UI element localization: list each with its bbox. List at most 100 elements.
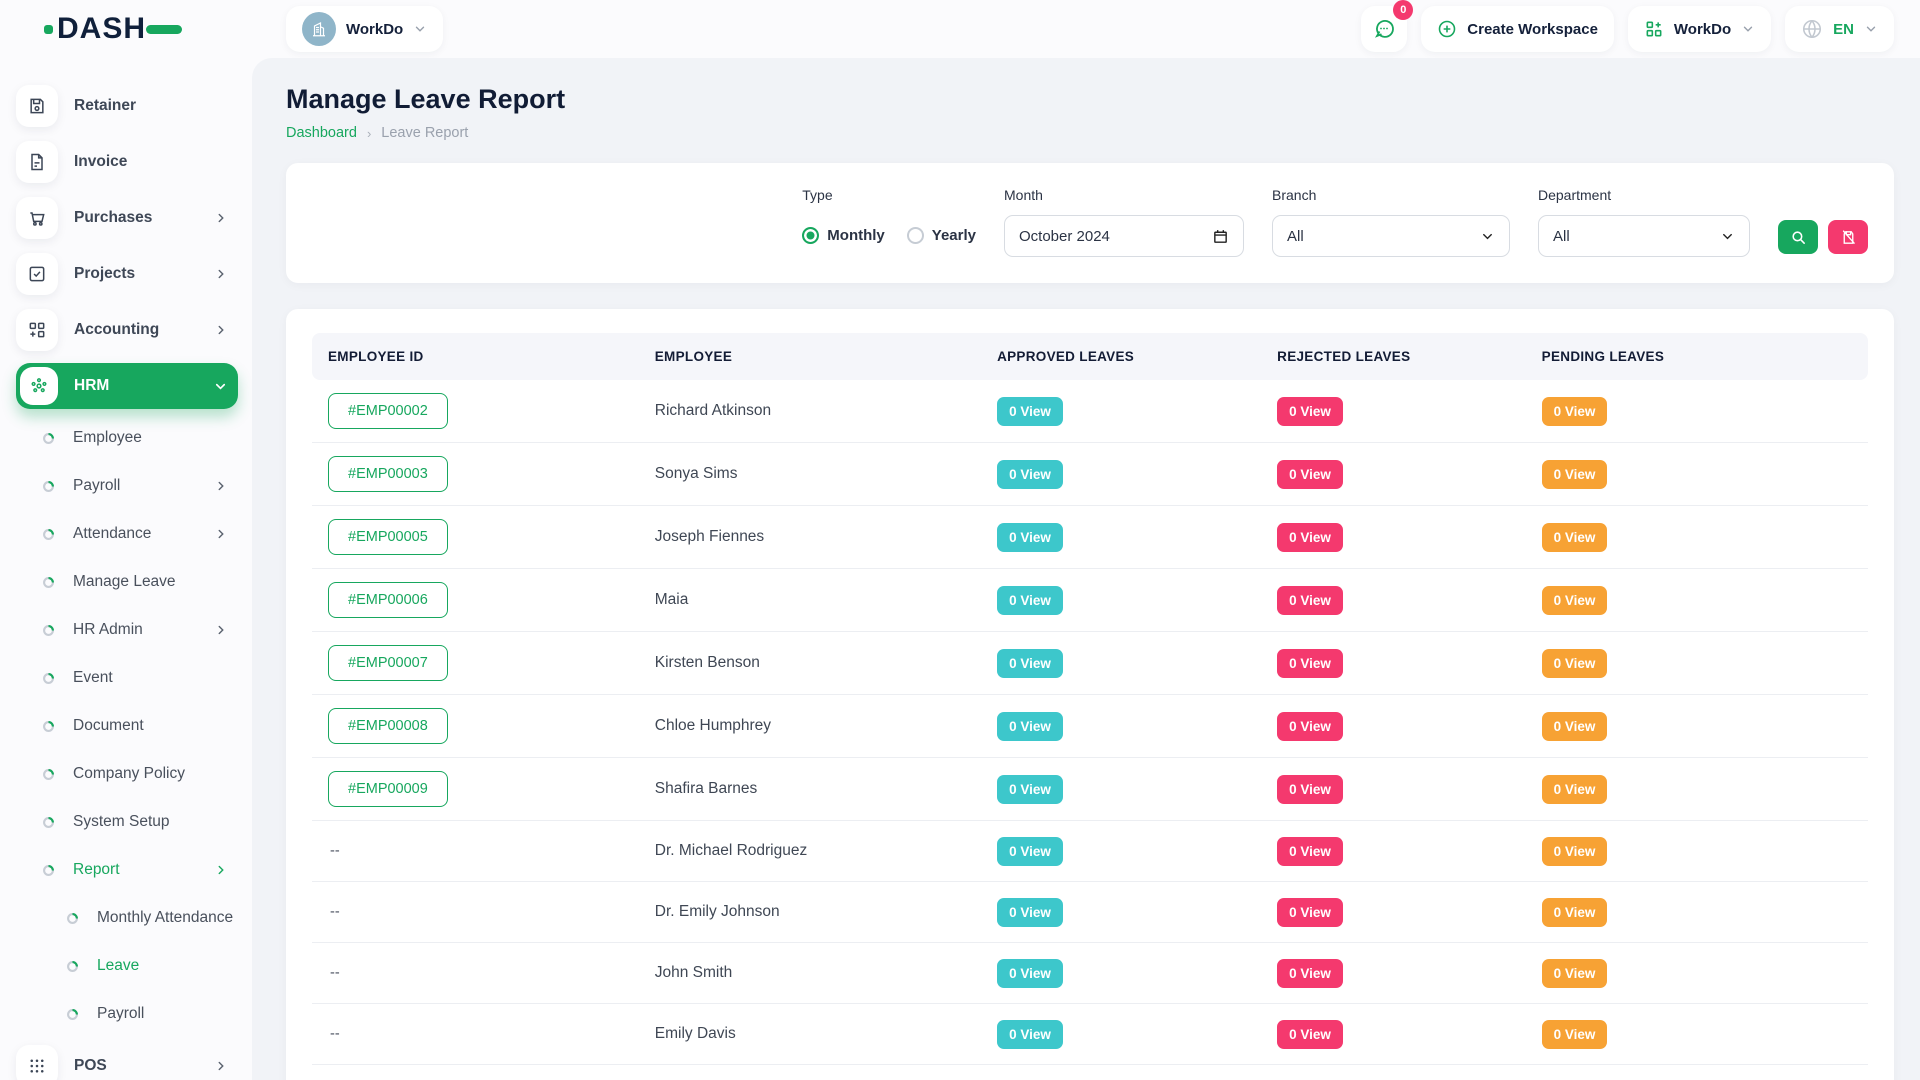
breadcrumb-dashboard-link[interactable]: Dashboard — [286, 125, 357, 141]
radio-monthly-label: Monthly — [827, 227, 885, 244]
pending-leaves-badge[interactable]: 0 View — [1542, 586, 1608, 615]
chevron-down-icon — [413, 22, 427, 36]
workspace-selector[interactable]: WorkDo — [286, 6, 443, 52]
rejected-leaves-badge[interactable]: 0 View — [1277, 397, 1343, 426]
approved-leaves-badge[interactable]: 0 View — [997, 959, 1063, 988]
rejected-leaves-badge[interactable]: 0 View — [1277, 837, 1343, 866]
table-row: #EMP00003 Sonya Sims 0 View 0 View 0 Vie… — [312, 443, 1868, 506]
sidebar-subitem-report[interactable]: Report — [16, 846, 238, 894]
employee-name: Maia — [655, 591, 689, 608]
pending-leaves-badge[interactable]: 0 View — [1542, 1020, 1608, 1049]
radio-monthly[interactable]: Monthly — [802, 227, 885, 244]
sidebar-subitem-attendance[interactable]: Attendance — [16, 510, 238, 558]
bullet-icon — [42, 816, 55, 829]
sidebar-subitem-label: Monthly Attendance — [97, 909, 238, 927]
sidebar-item-label: Accounting — [74, 321, 198, 339]
pending-leaves-badge[interactable]: 0 View — [1542, 649, 1608, 678]
sidebar-subitem-payroll[interactable]: Payroll — [16, 990, 238, 1038]
department-select[interactable]: All — [1538, 215, 1750, 257]
rejected-leaves-badge[interactable]: 0 View — [1277, 460, 1343, 489]
table-row: #EMP00005 Joseph Fiennes 0 View 0 View 0… — [312, 506, 1868, 569]
approved-leaves-badge[interactable]: 0 View — [997, 775, 1063, 804]
sidebar-subitem-system-setup[interactable]: System Setup — [16, 798, 238, 846]
rejected-leaves-badge[interactable]: 0 View — [1277, 1020, 1343, 1049]
workspace-menu-button[interactable]: WorkDo — [1628, 6, 1771, 52]
table-header-row: EMPLOYEE ID EMPLOYEE APPROVED LEAVES REJ… — [312, 333, 1868, 380]
sidebar-item-hrm[interactable]: HRM — [16, 363, 238, 409]
sidebar-subitem-payroll[interactable]: Payroll — [16, 462, 238, 510]
approved-leaves-badge[interactable]: 0 View — [997, 712, 1063, 741]
approved-leaves-badge[interactable]: 0 View — [997, 1020, 1063, 1049]
reset-filter-button[interactable] — [1828, 220, 1868, 254]
employee-id-chip[interactable]: #EMP00005 — [328, 519, 448, 555]
pending-leaves-badge[interactable]: 0 View — [1542, 837, 1608, 866]
sidebar-item-purchases[interactable]: Purchases — [16, 190, 238, 246]
rejected-leaves-badge[interactable]: 0 View — [1277, 959, 1343, 988]
sidebar-subitem-monthly-attendance[interactable]: Monthly Attendance — [16, 894, 238, 942]
messages-button[interactable]: 0 — [1361, 6, 1407, 52]
dash-logo[interactable]: DASH — [44, 12, 182, 46]
search-button[interactable] — [1778, 220, 1818, 254]
employee-id-chip[interactable]: #EMP00009 — [328, 771, 448, 807]
month-value: October 2024 — [1019, 228, 1110, 245]
check-square-icon — [16, 253, 58, 295]
radio-yearly[interactable]: Yearly — [907, 227, 976, 244]
main-content: Manage Leave Report Dashboard › Leave Re… — [252, 58, 1920, 1080]
employee-id-chip[interactable]: #EMP00002 — [328, 393, 448, 429]
language-selector[interactable]: EN — [1785, 6, 1894, 52]
radio-unchecked-icon — [907, 227, 924, 244]
rejected-leaves-badge[interactable]: 0 View — [1277, 649, 1343, 678]
pending-leaves-badge[interactable]: 0 View — [1542, 959, 1608, 988]
table-row: -- Dr. Emily Johnson 0 View 0 View 0 Vie… — [312, 882, 1868, 943]
rejected-leaves-badge[interactable]: 0 View — [1277, 775, 1343, 804]
bullet-icon — [66, 1008, 79, 1021]
approved-leaves-badge[interactable]: 0 View — [997, 523, 1063, 552]
logo-dash-bar — [146, 25, 182, 34]
approved-leaves-badge[interactable]: 0 View — [997, 898, 1063, 927]
approved-leaves-badge[interactable]: 0 View — [997, 837, 1063, 866]
rejected-leaves-badge[interactable]: 0 View — [1277, 898, 1343, 927]
pending-leaves-badge[interactable]: 0 View — [1542, 523, 1608, 552]
table-row: #EMP00002 Richard Atkinson 0 View 0 View… — [312, 380, 1868, 443]
sidebar-subitem-company-policy[interactable]: Company Policy — [16, 750, 238, 798]
approved-leaves-badge[interactable]: 0 View — [997, 397, 1063, 426]
bullet-icon — [42, 864, 55, 877]
rejected-leaves-badge[interactable]: 0 View — [1277, 586, 1343, 615]
cart-icon — [16, 197, 58, 239]
employee-id-chip[interactable]: #EMP00007 — [328, 645, 448, 681]
employee-id-chip[interactable]: #EMP00003 — [328, 456, 448, 492]
pending-leaves-badge[interactable]: 0 View — [1542, 775, 1608, 804]
approved-leaves-badge[interactable]: 0 View — [997, 586, 1063, 615]
chevron-down-icon — [1720, 229, 1735, 244]
bullet-icon — [66, 960, 79, 973]
sidebar-item-pos[interactable]: POS — [16, 1038, 238, 1080]
sidebar-subitem-event[interactable]: Event — [16, 654, 238, 702]
pending-leaves-badge[interactable]: 0 View — [1542, 460, 1608, 489]
sidebar-item-projects[interactable]: Projects — [16, 246, 238, 302]
employee-id-chip[interactable]: #EMP00008 — [328, 708, 448, 744]
branch-select[interactable]: All — [1272, 215, 1510, 257]
logo-dot — [44, 25, 53, 34]
sidebar-item-accounting[interactable]: Accounting — [16, 302, 238, 358]
branch-filter-group: Branch All — [1272, 187, 1510, 257]
sidebar-subitem-leave[interactable]: Leave — [16, 942, 238, 990]
sidebar-item-invoice[interactable]: Invoice — [16, 134, 238, 190]
topbar-actions: 0 Create Workspace WorkDo EN — [1361, 6, 1894, 52]
month-input[interactable]: October 2024 — [1004, 215, 1244, 257]
approved-leaves-badge[interactable]: 0 View — [997, 460, 1063, 489]
rejected-leaves-badge[interactable]: 0 View — [1277, 712, 1343, 741]
bullet-icon — [42, 480, 55, 493]
sidebar-item-retainer[interactable]: Retainer — [16, 78, 238, 134]
chevron-right-icon — [214, 1059, 228, 1073]
sidebar-subitem-employee[interactable]: Employee — [16, 414, 238, 462]
employee-id-chip[interactable]: #EMP00006 — [328, 582, 448, 618]
sidebar-subitem-hr-admin[interactable]: HR Admin — [16, 606, 238, 654]
pending-leaves-badge[interactable]: 0 View — [1542, 712, 1608, 741]
pending-leaves-badge[interactable]: 0 View — [1542, 397, 1608, 426]
rejected-leaves-badge[interactable]: 0 View — [1277, 523, 1343, 552]
create-workspace-button[interactable]: Create Workspace — [1421, 6, 1614, 52]
pending-leaves-badge[interactable]: 0 View — [1542, 898, 1608, 927]
sidebar-subitem-manage-leave[interactable]: Manage Leave — [16, 558, 238, 606]
sidebar-subitem-document[interactable]: Document — [16, 702, 238, 750]
approved-leaves-badge[interactable]: 0 View — [997, 649, 1063, 678]
